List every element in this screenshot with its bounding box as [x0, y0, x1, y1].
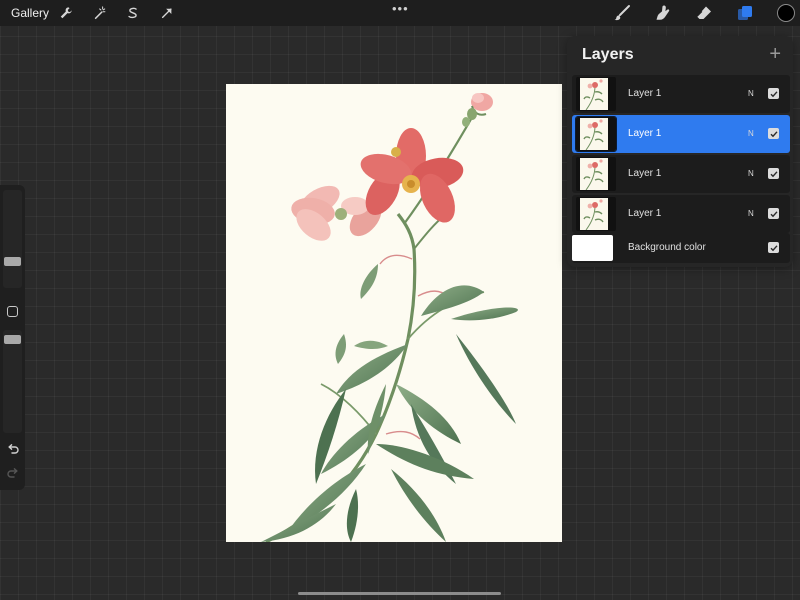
- eraser-icon[interactable]: [693, 3, 715, 23]
- brush-icon[interactable]: [611, 3, 633, 23]
- left-sidebar: [0, 185, 25, 490]
- visibility-checkbox[interactable]: [768, 88, 779, 99]
- layer-row[interactable]: Layer 1 N: [572, 115, 790, 153]
- visibility-checkbox[interactable]: [768, 128, 779, 139]
- redo-icon[interactable]: [5, 465, 20, 480]
- home-indicator[interactable]: [298, 592, 501, 595]
- color-picker-swatch[interactable]: [777, 4, 795, 22]
- checkmark-icon: [770, 244, 778, 251]
- blend-mode-button[interactable]: N: [748, 169, 754, 178]
- magic-wand-icon[interactable]: [91, 4, 109, 22]
- layer-row[interactable]: Layer 1 N: [572, 155, 790, 193]
- layers-icon[interactable]: [734, 3, 756, 23]
- checkmark-icon: [770, 130, 778, 137]
- blend-mode-button[interactable]: N: [748, 209, 754, 218]
- layer-thumbnail: [576, 157, 616, 191]
- visibility-checkbox[interactable]: [768, 168, 779, 179]
- visibility-checkbox[interactable]: [768, 242, 779, 253]
- blend-mode-button[interactable]: N: [748, 129, 754, 138]
- visibility-checkbox[interactable]: [768, 208, 779, 219]
- layer-thumbnail: [575, 116, 617, 152]
- layer-name: Layer 1: [628, 208, 662, 219]
- layer-name: Layer 1: [628, 128, 662, 139]
- brush-size-slider[interactable]: [3, 190, 22, 288]
- layers-panel-title: Layers: [582, 46, 634, 63]
- selection-icon[interactable]: [124, 4, 142, 22]
- layer-name: Layer 1: [628, 88, 662, 99]
- checkmark-icon: [770, 170, 778, 177]
- drawing-canvas[interactable]: [226, 84, 562, 542]
- layer-thumbnail: [576, 197, 616, 231]
- layer-thumbnail: [576, 77, 616, 111]
- layer-row[interactable]: Layer 1 N: [572, 195, 790, 233]
- checkmark-icon: [770, 90, 778, 97]
- top-toolbar: Gallery •••: [0, 0, 800, 26]
- undo-icon[interactable]: [5, 441, 20, 456]
- smudge-icon[interactable]: [652, 3, 674, 23]
- brush-size-slider-handle[interactable]: [4, 257, 21, 266]
- background-color-swatch[interactable]: [572, 235, 613, 261]
- opacity-slider[interactable]: [3, 330, 22, 433]
- layer-name: Layer 1: [628, 168, 662, 179]
- layer-row[interactable]: Layer 1 N: [572, 75, 790, 113]
- more-options-button[interactable]: •••: [392, 1, 409, 16]
- background-color-row[interactable]: Background color: [572, 233, 790, 263]
- opacity-slider-handle[interactable]: [4, 335, 21, 344]
- wrench-icon[interactable]: [57, 4, 75, 22]
- checkmark-icon: [770, 210, 778, 217]
- botanical-illustration: [261, 93, 518, 542]
- gallery-button[interactable]: Gallery: [11, 6, 49, 20]
- blend-mode-button[interactable]: N: [748, 89, 754, 98]
- background-color-label: Background color: [628, 242, 706, 253]
- transform-arrow-icon[interactable]: [158, 4, 176, 22]
- add-layer-button[interactable]: +: [769, 44, 781, 64]
- layers-panel: Layers + Layer 1 N Layer 1 N Layer 1 N L…: [567, 36, 793, 267]
- modify-button[interactable]: [7, 306, 18, 317]
